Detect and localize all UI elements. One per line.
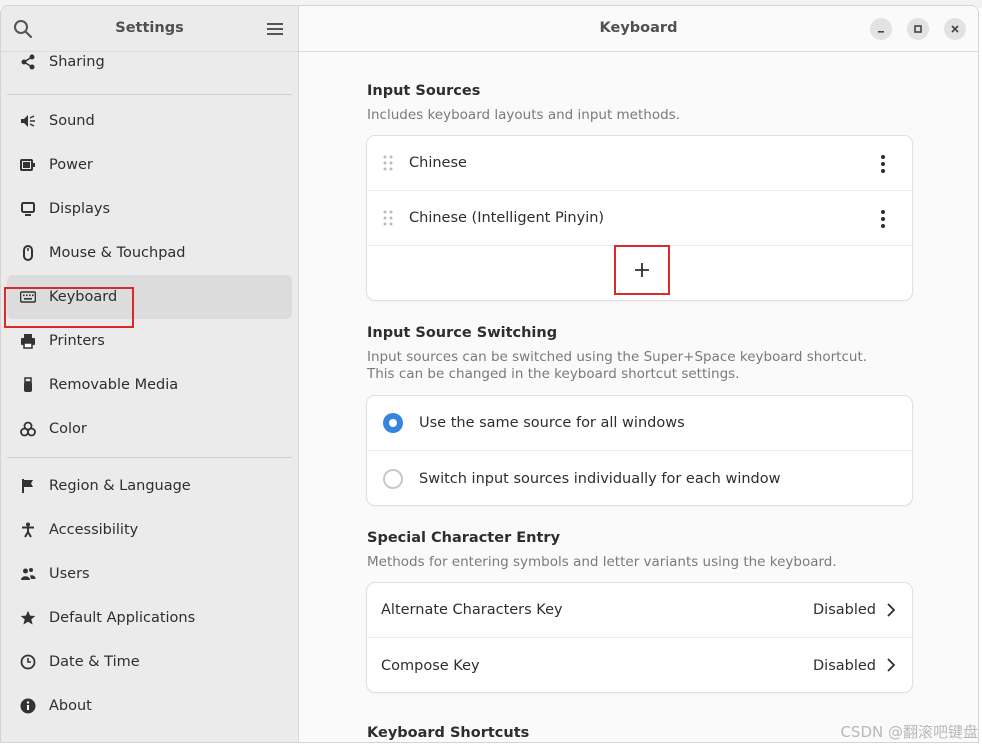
info-icon [19, 697, 37, 715]
sidebar-item-label: Power [49, 157, 93, 173]
drag-handle-icon[interactable] [381, 210, 395, 226]
radio-button[interactable] [383, 468, 403, 489]
input-source-label: Chinese (Intelligent Pinyin) [409, 210, 605, 226]
sidebar-item-region-language[interactable]: Region & Language [7, 464, 292, 508]
switching-option-label: Switch input sources individually for ea… [419, 470, 781, 487]
keyboard-shortcuts-title: Keyboard Shortcuts [367, 725, 530, 741]
usb-icon [19, 376, 37, 394]
accessibility-icon [19, 521, 37, 539]
sidebar-item-label: Keyboard [49, 289, 118, 305]
alternate-characters-key-label: Alternate Characters Key [381, 602, 563, 618]
flag-icon [19, 477, 37, 495]
battery-icon [19, 156, 37, 174]
input-sources-card: Chinese Chinese (Intelligent Pinyin) [367, 136, 912, 300]
sidebar-item-label: Displays [49, 201, 111, 217]
sidebar-separator [7, 457, 292, 458]
switching-option-row[interactable]: Use the same source for all windows [367, 396, 912, 451]
clock-icon [19, 653, 37, 671]
sidebar-item-removable-media[interactable]: Removable Media [7, 363, 292, 407]
radio-button-selected[interactable] [383, 413, 403, 433]
chevron-right-icon [887, 603, 896, 617]
sidebar-item-label: Default Applications [49, 610, 196, 626]
input-source-row[interactable]: Chinese [367, 136, 912, 191]
sidebar-item-sharing[interactable]: Sharing [7, 42, 292, 82]
settings-window: Settings Sharing Sound Power Displays Mo… [0, 5, 979, 743]
special-entry-card: Alternate Characters Key Disabled Compos… [367, 583, 912, 692]
color-icon [19, 420, 37, 438]
printer-icon [19, 332, 37, 350]
hamburger-menu-icon[interactable] [266, 20, 284, 38]
sidebar-item-about[interactable]: About [7, 684, 292, 728]
sidebar-item-label: About [49, 698, 92, 714]
special-entry-title: Special Character Entry [367, 530, 561, 546]
sidebar-separator [7, 94, 292, 95]
switching-card: Use the same source for all windows Swit… [367, 396, 912, 505]
sidebar-item-label: Removable Media [49, 377, 179, 393]
main-header: Keyboard [299, 6, 978, 52]
share-icon [19, 53, 37, 71]
users-icon [19, 565, 37, 583]
sidebar-item-date-time[interactable]: Date & Time [7, 640, 292, 684]
speaker-icon [19, 112, 37, 130]
alternate-characters-key-value: Disabled [813, 602, 876, 618]
more-options-icon[interactable] [880, 210, 886, 228]
sidebar-item-keyboard[interactable]: Keyboard [7, 275, 292, 319]
monitor-icon [19, 200, 37, 218]
minimize-icon [878, 31, 884, 33]
sidebar-item-printers[interactable]: Printers [7, 319, 292, 363]
input-source-row[interactable]: Chinese (Intelligent Pinyin) [367, 191, 912, 246]
chevron-right-icon [887, 658, 896, 672]
sidebar-item-users[interactable]: Users [7, 552, 292, 596]
alternate-characters-key-row[interactable]: Alternate Characters Key Disabled [367, 583, 912, 638]
sidebar-item-label: Sound [49, 113, 95, 129]
sidebar-list: Sharing Sound Power Displays Mouse & Tou… [1, 52, 298, 728]
sidebar-item-label: Printers [49, 333, 105, 349]
plus-icon [635, 263, 649, 277]
watermark: CSDN @翻滚吧键盘 [840, 723, 978, 741]
input-sources-description: Includes keyboard layouts and input meth… [367, 107, 680, 123]
sidebar-item-displays[interactable]: Displays [7, 187, 292, 231]
sidebar-item-color[interactable]: Color [7, 407, 292, 451]
sidebar-item-label: Users [49, 566, 90, 582]
sidebar-item-default-applications[interactable]: Default Applications [7, 596, 292, 640]
sidebar-item-label: Region & Language [49, 478, 191, 494]
sidebar-item-power[interactable]: Power [7, 143, 292, 187]
sidebar-item-label: Accessibility [49, 522, 139, 538]
more-options-icon[interactable] [880, 155, 886, 173]
mouse-icon [19, 244, 37, 262]
compose-key-label: Compose Key [381, 657, 480, 674]
switching-title: Input Source Switching [367, 325, 558, 341]
sidebar-item-sound[interactable]: Sound [7, 99, 292, 143]
switching-option-label: Use the same source for all windows [419, 415, 685, 431]
keyboard-icon [19, 288, 37, 306]
switching-option-row[interactable]: Switch input sources individually for ea… [367, 451, 912, 506]
compose-key-value: Disabled [813, 657, 876, 674]
close-icon [951, 25, 959, 33]
close-button[interactable] [944, 18, 966, 40]
sidebar-title: Settings [115, 20, 184, 36]
star-icon [19, 609, 37, 627]
switching-description-1: Input sources can be switched using the … [367, 349, 868, 365]
sidebar-item-mouse-touchpad[interactable]: Mouse & Touchpad [7, 231, 292, 275]
drag-handle-icon[interactable] [381, 155, 395, 171]
sidebar-item-label: Color [49, 421, 87, 437]
sidebar-item-accessibility[interactable]: Accessibility [7, 508, 292, 552]
switching-description-2: This can be changed in the keyboard shor… [367, 366, 740, 382]
sidebar-item-label: Date & Time [49, 654, 140, 670]
input-sources-title: Input Sources [367, 83, 481, 99]
sidebar-item-label: Sharing [49, 54, 105, 70]
compose-key-row[interactable]: Compose Key Disabled [367, 638, 912, 693]
maximize-icon [914, 25, 922, 33]
special-entry-description: Methods for entering symbols and letter … [367, 554, 837, 570]
sidebar-item-label: Mouse & Touchpad [49, 245, 186, 261]
main-panel: Keyboard Input Sources Includes keyboard… [299, 6, 978, 742]
input-source-label: Chinese [409, 155, 467, 171]
minimize-button[interactable] [870, 18, 892, 40]
sidebar: Settings Sharing Sound Power Displays Mo… [1, 6, 299, 742]
maximize-button[interactable] [907, 18, 929, 40]
add-input-source-button[interactable] [614, 245, 670, 295]
